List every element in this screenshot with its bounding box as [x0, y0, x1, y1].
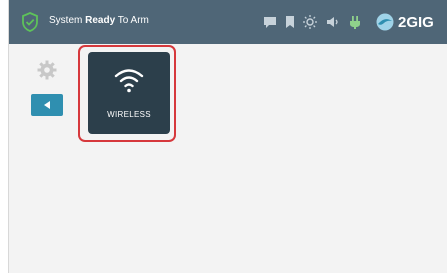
- wireless-tile[interactable]: WIRELESS: [88, 52, 170, 134]
- status-prefix: System: [49, 15, 86, 26]
- volume-icon[interactable]: [325, 14, 341, 30]
- system-status-text: System Ready To Arm: [49, 15, 149, 26]
- brand-name: 2GIG: [398, 13, 434, 31]
- panel-screen: System Ready To Arm 2GIG WIRELESS: [8, 0, 447, 273]
- shield-check-icon: [22, 12, 38, 32]
- status-ready: Ready: [85, 15, 116, 26]
- message-icon[interactable]: [263, 14, 277, 30]
- brand-logo: 2GIG: [375, 10, 434, 34]
- gear-icon[interactable]: [37, 60, 57, 80]
- wifi-icon: [114, 69, 144, 93]
- brightness-icon[interactable]: [302, 14, 318, 30]
- status-bar: System Ready To Arm 2GIG: [9, 0, 447, 44]
- wireless-tile-label: WIRELESS: [107, 110, 151, 119]
- bookmark-icon[interactable]: [285, 14, 295, 30]
- brand-logo-icon: [376, 13, 394, 31]
- status-suffix: To Arm: [115, 15, 149, 26]
- power-plug-icon[interactable]: [348, 14, 362, 30]
- back-button[interactable]: [31, 94, 63, 116]
- back-arrow-icon: [44, 101, 50, 109]
